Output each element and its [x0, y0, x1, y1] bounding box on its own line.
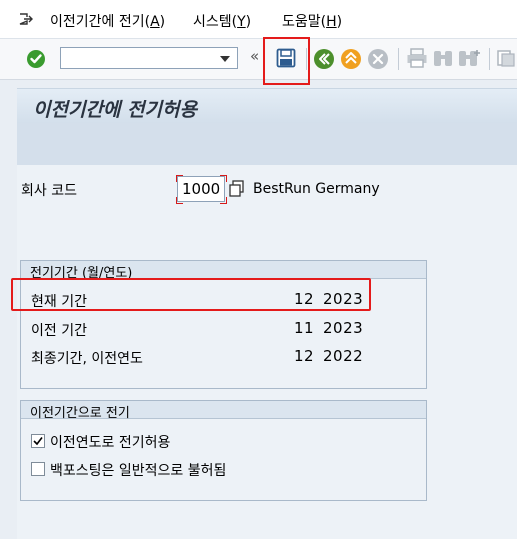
company-name: BestRun Germany [253, 181, 380, 197]
menu-item-label: 시스템( [193, 14, 238, 30]
last-period-prior-year-month: 12 [294, 347, 315, 365]
menu-item-close: ) [159, 14, 166, 30]
collapse-toolbar-icon[interactable]: « [250, 47, 259, 65]
menu-item-label: 이전기간에 전기( [50, 14, 151, 30]
toolbar-separator [398, 48, 399, 70]
command-field[interactable] [60, 47, 238, 69]
chevron-down-icon[interactable] [220, 56, 230, 62]
required-marker [176, 197, 183, 204]
group-header: 이전기간으로 전기 [21, 401, 426, 421]
allow-prior-year-checkbox[interactable] [31, 434, 45, 448]
allow-prior-year-label: 이전연도로 전기허용 [50, 435, 171, 451]
find-next-icon[interactable] [458, 48, 482, 68]
toolbar-separator [489, 48, 490, 70]
toolbar: « [0, 39, 517, 80]
menu-exit-icon[interactable] [17, 11, 33, 27]
checkmark-icon [33, 437, 43, 446]
exit-icon[interactable] [340, 48, 362, 70]
backposting-not-allowed-label: 백포스팅은 일반적으로 불허됨 [50, 463, 227, 479]
menu-item-close: ) [336, 14, 343, 30]
page-title: 이전기간에 전기허용 [33, 99, 197, 121]
company-code-field[interactable]: 1000 [177, 176, 225, 202]
required-marker [220, 175, 227, 182]
enter-icon[interactable] [26, 49, 46, 69]
group-header: 전기기간 (월/연도) [21, 261, 426, 281]
backposting-not-allowed-checkbox[interactable] [31, 462, 45, 476]
required-marker [220, 197, 227, 204]
menu-item-post-prior-period[interactable]: 이전기간에 전기(A) [50, 11, 165, 31]
copy-icon[interactable] [229, 180, 245, 197]
menu-item-key: Y [237, 14, 246, 30]
find-icon[interactable] [432, 48, 454, 68]
last-period-prior-year-label: 최종기간, 이전연도 [31, 351, 143, 367]
previous-period-month: 11 [294, 319, 315, 337]
new-session-icon[interactable] [496, 48, 516, 68]
required-marker [176, 175, 183, 182]
company-code-value: 1000 [182, 180, 221, 198]
previous-period-year: 2023 [323, 319, 364, 337]
last-period-prior-year-year: 2022 [323, 347, 364, 365]
application-toolbar [17, 123, 517, 165]
menu-item-key: H [326, 14, 337, 30]
menu-item-help[interactable]: 도움말(H) [282, 11, 342, 31]
cancel-icon[interactable] [367, 48, 389, 70]
company-code-label: 회사 코드 [21, 183, 77, 199]
menu-bar: 이전기간에 전기(A) 시스템(Y) 도움말(H) [0, 0, 517, 39]
back-icon[interactable] [313, 48, 335, 70]
print-icon[interactable] [406, 48, 428, 68]
current-period-highlight-box [11, 278, 371, 311]
menu-item-key: A [150, 14, 160, 30]
menu-item-system[interactable]: 시스템(Y) [193, 11, 251, 31]
previous-period-label: 이전 기간 [31, 323, 87, 339]
menu-item-close: ) [245, 14, 252, 30]
title-bar: 이전기간에 전기허용 [17, 88, 517, 123]
save-highlight-box [263, 37, 310, 85]
menu-item-label: 도움말( [282, 14, 327, 30]
